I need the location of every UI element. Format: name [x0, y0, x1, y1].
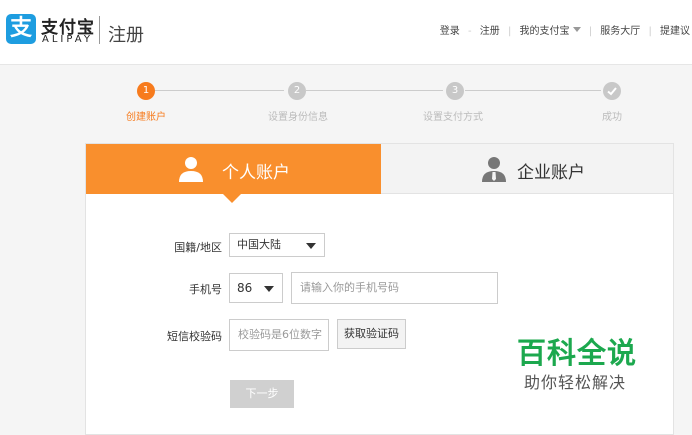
my-alipay-link[interactable]: 我的支付宝 [520, 22, 581, 37]
chevron-down-icon [306, 243, 316, 249]
chevron-down-icon [572, 27, 581, 32]
business-person-icon [482, 157, 506, 182]
my-alipay-label: 我的支付宝 [519, 26, 570, 37]
person-icon [179, 157, 203, 182]
check-icon [603, 82, 621, 100]
chevron-down-icon [264, 286, 274, 292]
phone-input[interactable]: 请输入你的手机号码 [291, 272, 498, 304]
region-label: 国籍/地区 [174, 241, 222, 254]
suggest-link[interactable]: 提建议 [660, 22, 690, 37]
top-nav: 登录 - 注册 | 我的支付宝 | 服务大厅 | 提建议 [440, 22, 690, 37]
page-title: 注册 [108, 25, 144, 46]
tab-business-account[interactable]: 企业账户 [381, 144, 673, 194]
register-link[interactable]: 注册 [480, 22, 500, 37]
sms-code-input[interactable]: 校验码是6位数字 [229, 319, 329, 351]
registration-steps: 1 2 3 创建账户 设置身份信息 设置支付方式 成功 [0, 78, 692, 128]
step-1-indicator: 1 [137, 82, 155, 100]
tab-personal-account[interactable]: 个人账户 [86, 144, 381, 194]
get-code-button[interactable]: 获取验证码 [337, 319, 406, 349]
step-3-label: 设置支付方式 [423, 112, 483, 123]
step-connector [154, 90, 284, 91]
nav-divider: | [588, 26, 593, 37]
nav-separator: - [467, 26, 472, 37]
tab-personal-label: 个人账户 [222, 163, 290, 183]
phone-placeholder: 请输入你的手机号码 [300, 281, 399, 294]
step-4-label: 成功 [602, 112, 622, 123]
tab-business-label: 企业账户 [517, 163, 585, 183]
country-code-value: 86 [237, 281, 253, 295]
region-value: 中国大陆 [237, 238, 281, 251]
nav-divider: | [648, 26, 652, 37]
alipay-logo-icon[interactable]: 支 [6, 14, 36, 44]
service-hall-link[interactable]: 服务大厅 [600, 22, 640, 37]
next-step-button[interactable]: 下一步 [230, 380, 294, 408]
login-link[interactable]: 登录 [440, 22, 460, 37]
step-2-indicator: 2 [288, 82, 306, 100]
region-select[interactable]: 中国大陆 [229, 233, 325, 257]
watermark-subtitle: 助你轻松解决 [524, 373, 627, 392]
nav-divider: | [507, 26, 512, 37]
step-connector [465, 90, 601, 91]
phone-label: 手机号 [189, 283, 222, 296]
sms-code-placeholder: 校验码是6位数字 [238, 328, 322, 341]
step-2-label: 设置身份信息 [268, 112, 328, 123]
step-3-indicator: 3 [446, 82, 464, 100]
sms-code-label: 短信校验码 [167, 330, 222, 343]
step-1-label: 创建账户 [126, 112, 166, 123]
top-header: 支 支付宝 ALIPAY 注册 登录 - 注册 | 我的支付宝 | 服务大厅 |… [0, 0, 692, 65]
step-connector [306, 90, 443, 91]
watermark-title: 百科全说 [517, 336, 638, 370]
brand-name-en: ALIPAY [42, 34, 93, 45]
country-code-select[interactable]: 86 [229, 273, 283, 303]
active-tab-pointer [223, 194, 241, 203]
logo-divider [99, 16, 100, 44]
